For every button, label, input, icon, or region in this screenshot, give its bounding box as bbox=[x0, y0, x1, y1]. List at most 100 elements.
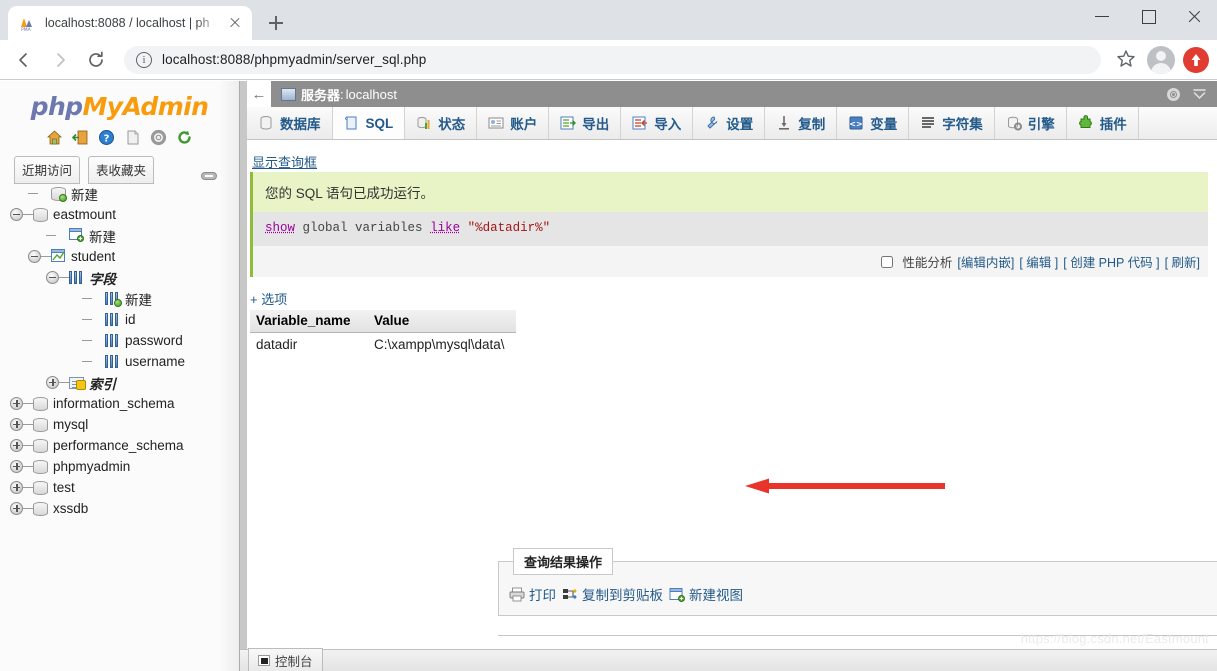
tree-node[interactable]: id bbox=[0, 309, 239, 330]
create-php-code-link[interactable]: [ 创建 PHP 代码 ] bbox=[1063, 252, 1159, 271]
tab-favorites[interactable]: 表收藏夹 bbox=[88, 156, 155, 184]
close-icon[interactable] bbox=[1171, 0, 1217, 32]
logout-icon[interactable] bbox=[71, 129, 89, 146]
tree-node[interactable]: eastmount bbox=[0, 204, 239, 225]
tree-expand-toggle[interactable] bbox=[10, 439, 23, 452]
reload-icon[interactable] bbox=[176, 129, 193, 146]
tree-node[interactable]: username bbox=[0, 351, 239, 372]
tree-node-label[interactable]: mysql bbox=[53, 417, 88, 432]
new-tab-button[interactable] bbox=[262, 9, 290, 37]
show-query-box-link[interactable]: 显示查询框 bbox=[252, 155, 317, 170]
maximize-icon[interactable] bbox=[1125, 0, 1171, 32]
tab-close-icon[interactable] bbox=[226, 14, 244, 32]
tree-node-label[interactable]: test bbox=[53, 480, 75, 495]
tree-node[interactable]: 新建 bbox=[0, 288, 239, 309]
update-arrow-icon[interactable] bbox=[1183, 46, 1209, 73]
tree-node-label[interactable]: 字段 bbox=[89, 268, 116, 288]
tree-node-label[interactable]: information_schema bbox=[53, 396, 175, 411]
tree-node[interactable]: 新建 bbox=[0, 183, 239, 204]
tree-node[interactable]: performance_schema bbox=[0, 435, 239, 456]
minimize-icon[interactable] bbox=[1079, 0, 1125, 32]
new-view-label[interactable]: 新建视图 bbox=[689, 584, 743, 604]
tree-node[interactable]: information_schema bbox=[0, 393, 239, 414]
tree-expand-toggle[interactable] bbox=[10, 418, 23, 431]
tab-variables[interactable]: <> 变量 bbox=[837, 107, 910, 139]
back-button[interactable]: ← bbox=[247, 81, 271, 107]
tree-node-label[interactable]: username bbox=[125, 354, 185, 369]
back-arrow-icon[interactable] bbox=[8, 44, 40, 76]
tree-node[interactable]: xssdb bbox=[0, 498, 239, 519]
tree-collapse-toggle[interactable] bbox=[46, 271, 59, 284]
reload-icon[interactable] bbox=[80, 44, 112, 76]
tree-node[interactable]: 索引 bbox=[0, 372, 239, 393]
bookmark-star-icon[interactable] bbox=[1113, 46, 1141, 74]
options-toggle-link[interactable]: + 选项 bbox=[250, 289, 1217, 308]
copy-clipboard-label[interactable]: 复制到剪贴板 bbox=[582, 584, 663, 604]
tab-database[interactable]: 数据库 bbox=[247, 107, 333, 139]
tree-node-label[interactable]: 新建 bbox=[125, 289, 152, 309]
docs-icon[interactable] bbox=[124, 129, 141, 146]
browser-tab[interactable]: PMA localhost:8088 / localhost | ph bbox=[8, 6, 252, 40]
tab-wrench-settings[interactable]: 设置 bbox=[693, 107, 766, 139]
tab-engines[interactable]: 引擎 bbox=[994, 107, 1067, 139]
profile-avatar-icon[interactable] bbox=[1147, 45, 1175, 74]
tab-status-chart[interactable]: 状态 bbox=[405, 107, 478, 139]
copy-clipboard-action[interactable]: 复制到剪贴板 bbox=[562, 584, 663, 604]
profiling-checkbox[interactable] bbox=[881, 255, 894, 268]
tree-expand-toggle[interactable] bbox=[10, 397, 23, 410]
column-header-variable-name[interactable]: Variable_name bbox=[250, 310, 368, 333]
console-label: 控制台 bbox=[275, 655, 313, 669]
pma-logo[interactable]: phpMyAdmin bbox=[0, 81, 239, 121]
settings-gear-icon[interactable] bbox=[1166, 87, 1181, 102]
tab-replication[interactable]: 复制 bbox=[765, 107, 838, 139]
refresh-link[interactable]: [ 刷新] bbox=[1165, 252, 1200, 271]
chain-link-icon[interactable] bbox=[201, 168, 217, 180]
tab-import[interactable]: 导入 bbox=[621, 107, 694, 139]
tree-node[interactable]: 新建 bbox=[0, 225, 239, 246]
tab-plugins[interactable]: 插件 bbox=[1066, 107, 1139, 139]
tree-node[interactable]: student bbox=[0, 246, 239, 267]
tree-node[interactable]: test bbox=[0, 477, 239, 498]
tree-collapse-toggle[interactable] bbox=[10, 208, 23, 221]
forward-arrow-icon[interactable] bbox=[44, 44, 76, 76]
tree-expand-toggle[interactable] bbox=[10, 460, 23, 473]
tree-node-label[interactable]: 新建 bbox=[71, 184, 98, 204]
column-header-value[interactable]: Value bbox=[368, 310, 516, 333]
tree-node-label[interactable]: eastmount bbox=[53, 207, 116, 222]
tree-node[interactable]: mysql bbox=[0, 414, 239, 435]
tab-sql-document[interactable]: SQL bbox=[332, 107, 406, 139]
tree-expand-toggle[interactable] bbox=[10, 502, 23, 515]
home-icon[interactable] bbox=[46, 129, 63, 146]
tree-node-label[interactable]: phpmyadmin bbox=[53, 459, 130, 474]
tree-node-label[interactable]: 索引 bbox=[89, 373, 116, 393]
print-action[interactable]: 打印 bbox=[509, 584, 556, 604]
info-circle-icon[interactable] bbox=[136, 51, 152, 68]
collapse-icon[interactable] bbox=[1192, 87, 1207, 102]
console-toggle[interactable]: 控制台 bbox=[248, 648, 323, 671]
tree-node-label[interactable]: id bbox=[125, 312, 136, 327]
executed-sql[interactable]: show global variables like "%datadir%" bbox=[250, 212, 1208, 246]
tree-collapse-toggle[interactable] bbox=[28, 250, 41, 263]
tree-expand-toggle[interactable] bbox=[46, 376, 59, 389]
new-view-action[interactable]: 新建视图 bbox=[669, 584, 743, 604]
help-icon[interactable]: ? bbox=[98, 129, 115, 146]
tab-charset[interactable]: 字符集 bbox=[909, 107, 995, 139]
address-bar[interactable]: localhost:8088/phpmyadmin/server_sql.php bbox=[124, 45, 1101, 74]
tree-node-label[interactable]: xssdb bbox=[53, 501, 88, 516]
tree-node[interactable]: password bbox=[0, 330, 239, 351]
print-label[interactable]: 打印 bbox=[529, 584, 556, 604]
tab-recent[interactable]: 近期访问 bbox=[14, 156, 81, 184]
tree-node[interactable]: phpmyadmin bbox=[0, 456, 239, 477]
tree-node[interactable]: 字段 bbox=[0, 267, 239, 288]
edit-inline-link[interactable]: [编辑内嵌] bbox=[957, 252, 1014, 271]
tree-expand-toggle[interactable] bbox=[10, 481, 23, 494]
window-controls bbox=[1079, 0, 1217, 40]
tree-node-label[interactable]: password bbox=[125, 333, 183, 348]
tree-node-label[interactable]: 新建 bbox=[89, 226, 116, 246]
tree-node-label[interactable]: performance_schema bbox=[53, 438, 184, 453]
tab-export[interactable]: 导出 bbox=[549, 107, 622, 139]
settings-icon[interactable] bbox=[150, 129, 167, 146]
tree-node-label[interactable]: student bbox=[71, 249, 115, 264]
tab-accounts[interactable]: 账户 bbox=[477, 107, 550, 139]
edit-link[interactable]: [ 编辑 ] bbox=[1019, 252, 1058, 271]
